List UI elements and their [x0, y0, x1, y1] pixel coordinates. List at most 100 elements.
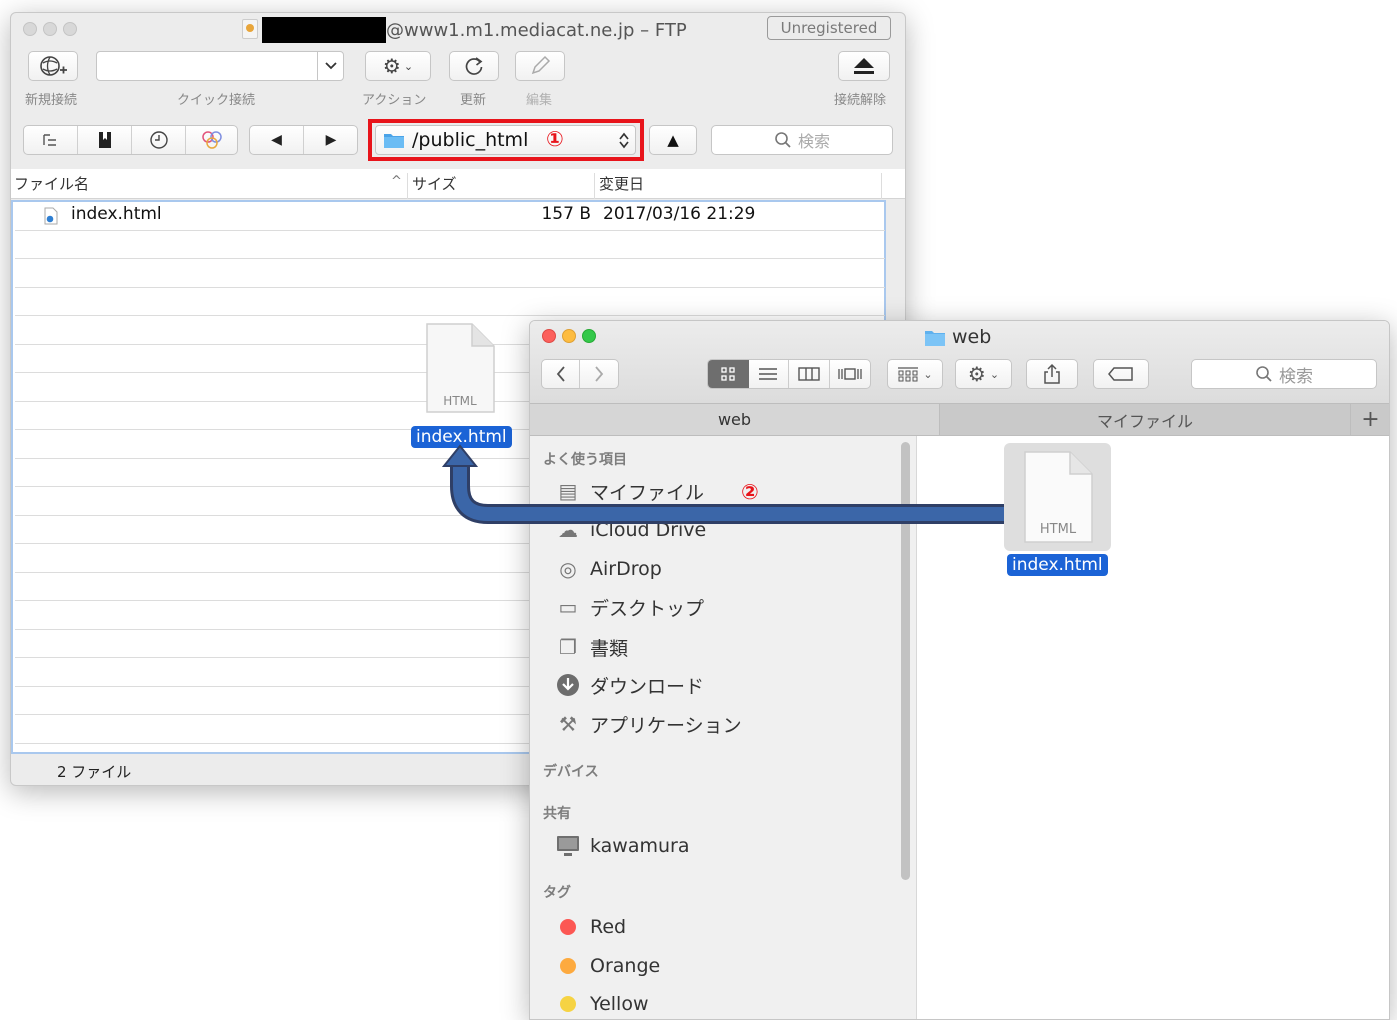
eject-icon: [854, 58, 874, 74]
bookmarks-icon[interactable]: [78, 126, 132, 154]
list-item: [15, 259, 885, 288]
column-modified[interactable]: 変更日: [599, 173, 644, 194]
finder-search-field[interactable]: 検索: [1191, 359, 1377, 389]
icon-view-icon[interactable]: [708, 360, 749, 388]
dragged-file-label[interactable]: index.html: [411, 426, 512, 448]
redacted-username: [262, 17, 386, 43]
documents-icon: ❐: [559, 635, 577, 659]
ftp-search-placeholder: 検索: [797, 132, 830, 151]
share-icon: [1044, 363, 1060, 384]
finder-window: web ⌄ ⚙ ⌄ 検索 web マイファイル + よく使う項目 ▤ マイファイル …: [529, 320, 1390, 1020]
action-button[interactable]: ⚙ ⌄: [365, 51, 431, 81]
finder-title: web: [952, 326, 992, 348]
close-button[interactable]: [23, 22, 37, 36]
action-label: アクション: [362, 93, 427, 108]
column-size[interactable]: サイズ: [412, 173, 457, 194]
file-size: 157 B: [541, 204, 591, 224]
sidebar-item-kawamura[interactable]: kawamura: [554, 831, 690, 861]
new-connection-label: 新規接続: [25, 93, 78, 108]
dragged-file-icon[interactable]: HTML: [424, 322, 496, 414]
finder-search-placeholder: 検索: [1279, 366, 1313, 387]
minimize-button[interactable]: [43, 22, 57, 36]
sidebar-tag-red[interactable]: Red: [554, 912, 626, 942]
edit-label: 編集: [526, 93, 553, 108]
globe-plus-icon: [40, 56, 67, 76]
back-triangle-icon[interactable]: ◀: [250, 126, 304, 154]
folder-icon: [925, 331, 945, 346]
unregistered-badge[interactable]: Unregistered: [767, 16, 891, 40]
quick-connect-field[interactable]: [96, 51, 344, 81]
bonjour-icon[interactable]: [186, 126, 238, 154]
arrange-button[interactable]: ⌄: [887, 359, 943, 389]
updown-chevron-icon: [619, 132, 629, 149]
share-button[interactable]: [1026, 359, 1078, 389]
list-view-icon[interactable]: [749, 360, 789, 388]
tag-icon: [1108, 367, 1133, 381]
table-row[interactable]: index.html 157 B 2017/03/16 21:29: [15, 202, 885, 231]
zoom-button[interactable]: [63, 22, 77, 36]
devices-header: デバイス: [543, 764, 599, 780]
refresh-label: 更新: [460, 93, 487, 108]
shared-header: 共有: [543, 806, 571, 822]
list-item: [15, 288, 885, 316]
column-view-icon[interactable]: [789, 360, 830, 388]
column-name[interactable]: ファイル名: [14, 173, 89, 194]
edit-button[interactable]: [515, 51, 565, 81]
sidebar-item-icloud[interactable]: ☁ iCloud Drive: [554, 515, 706, 545]
finder-close-button[interactable]: [542, 329, 556, 343]
step-marker-1: ①: [546, 127, 564, 151]
finder-minimize-button[interactable]: [562, 329, 576, 343]
tab-my-files[interactable]: マイファイル: [940, 403, 1350, 436]
outline-view-icon[interactable]: [24, 126, 78, 154]
view-mode-control: [707, 359, 871, 389]
ftp-search-field[interactable]: 検索: [711, 125, 893, 155]
tag-dot-icon: [554, 919, 582, 935]
favorites-header: よく使う項目: [543, 452, 627, 468]
list-item: [15, 231, 885, 259]
disconnect-label: 接続解除: [834, 93, 887, 108]
forward-chevron-icon[interactable]: [580, 360, 618, 388]
tag-button[interactable]: [1093, 359, 1149, 389]
search-icon: [1256, 366, 1272, 382]
tag-dot-icon: [554, 958, 582, 974]
sidebar-scrollbar[interactable]: [901, 442, 910, 880]
desktop-icon: ▭: [558, 595, 578, 619]
refresh-button[interactable]: [449, 51, 499, 81]
tags-header: タグ: [543, 885, 571, 901]
airdrop-icon: ◎: [559, 557, 577, 581]
sidebar-item-my-files[interactable]: ▤ マイファイル: [554, 476, 704, 506]
new-tab-button[interactable]: +: [1350, 403, 1389, 436]
history-nav-control: ◀ ▶: [249, 125, 358, 155]
finder-file-label[interactable]: index.html: [1007, 554, 1108, 576]
file-name: index.html: [71, 204, 162, 224]
disconnect-button[interactable]: [838, 51, 890, 81]
sidebar-item-desktop[interactable]: ▭ デスクトップ: [554, 592, 704, 622]
dragged-doc-type: HTML: [443, 394, 477, 408]
sidebar-tag-yellow[interactable]: Yellow: [554, 989, 649, 1019]
quick-connect-label: クイック接続: [177, 93, 256, 108]
new-connection-button[interactable]: [28, 51, 78, 81]
forward-triangle-icon[interactable]: ▶: [304, 126, 358, 154]
back-chevron-icon[interactable]: [542, 360, 581, 388]
parent-folder-button[interactable]: ▲: [649, 125, 697, 155]
finder-zoom-button[interactable]: [582, 329, 596, 343]
all-my-files-icon: ▤: [558, 479, 578, 503]
finder-action-button[interactable]: ⚙ ⌄: [955, 359, 1012, 389]
tag-dot-icon: [554, 996, 582, 1012]
cover-flow-icon[interactable]: [830, 360, 871, 388]
sidebar-item-downloads[interactable]: ダウンロード: [554, 670, 704, 700]
tab-web[interactable]: web: [530, 403, 940, 436]
sidebar-item-applications[interactable]: ⚒ アプリケーション: [554, 709, 742, 739]
path-popup[interactable]: /public_html ①: [375, 125, 636, 155]
finder-file-icon[interactable]: HTML: [1022, 450, 1094, 544]
chevron-down-icon[interactable]: [317, 52, 343, 80]
download-icon: [554, 673, 582, 697]
window-title: @www1.m1.mediacat.ne.jp – FTP: [386, 20, 687, 41]
history-clock-icon[interactable]: [132, 126, 186, 154]
sidebar-item-documents[interactable]: ❐ 書類: [554, 632, 628, 662]
sidebar-item-airdrop[interactable]: ◎ AirDrop: [554, 554, 662, 584]
view-segmented-control: [23, 125, 238, 155]
status-file-count: 2 ファイル: [57, 763, 132, 781]
sidebar-tag-orange[interactable]: Orange: [554, 951, 660, 981]
up-triangle-icon: ▲: [667, 131, 679, 149]
